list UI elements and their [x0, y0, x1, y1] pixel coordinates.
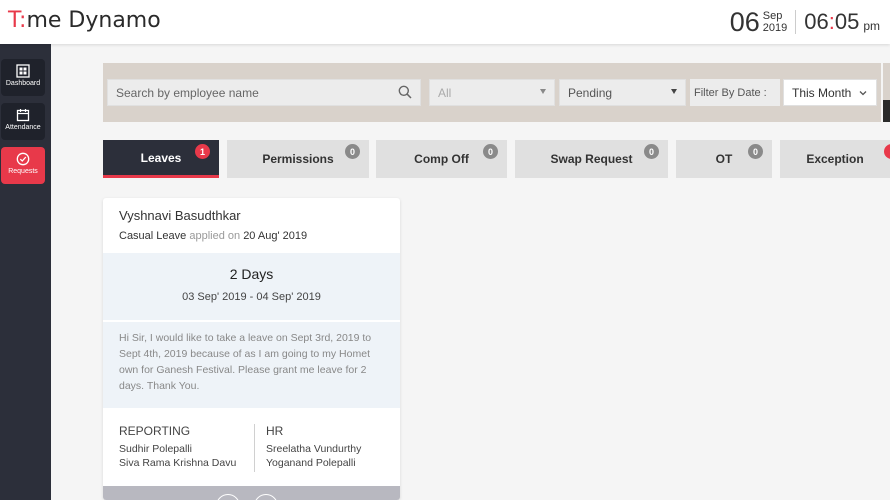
approvers-panel: REPORTING Sudhir Polepalli Siva Rama Kri…	[103, 412, 400, 486]
reporting-column: REPORTING Sudhir Polepalli Siva Rama Kri…	[119, 424, 236, 470]
leave-message-panel: Hi Sir, I would like to take a leave on …	[103, 322, 400, 408]
approve-button[interactable]	[254, 494, 278, 500]
logo-letter-t: T	[8, 8, 20, 33]
approvers-divider	[254, 424, 255, 472]
filter-bar-edge	[883, 63, 890, 122]
tab-ot[interactable]: OT 0	[676, 140, 772, 178]
caret-down-icon	[540, 89, 546, 94]
leave-request-card[interactable]: Vyshnavi Basudthkar Casual Leave applied…	[103, 198, 400, 500]
tab-count-badge: 1	[195, 144, 210, 159]
reporting-person: Sudhir Polepalli	[119, 443, 192, 455]
tab-exception[interactable]: Exception	[780, 140, 890, 178]
date-time-display: 06 Sep 2019 06:05 pm	[730, 4, 880, 40]
reject-button[interactable]	[216, 494, 240, 500]
tab-label: Leaves	[140, 150, 182, 165]
time-display: 06:05	[804, 9, 859, 35]
filter-bar-edge-button[interactable]	[883, 100, 890, 122]
sidebar-item-label: Attendance	[5, 124, 41, 131]
date-range-select-value: This Month	[792, 85, 852, 100]
tab-count-badge: 0	[644, 144, 659, 159]
time-ampm: pm	[863, 19, 880, 33]
tab-count-badge	[884, 144, 890, 159]
tab-label: Swap Request	[550, 152, 633, 166]
search-placeholder: Search by employee name	[116, 85, 259, 100]
date-time-divider	[795, 10, 797, 34]
reporting-title: REPORTING	[119, 424, 191, 438]
dashboard-icon	[16, 64, 30, 78]
reporting-person: Siva Rama Krishna Davu	[119, 457, 237, 469]
applied-date: 20 Aug' 2019	[243, 230, 308, 242]
calendar-icon	[16, 109, 30, 122]
status-select[interactable]: Pending	[559, 79, 686, 106]
leave-message: Hi Sir, I would like to take a leave on …	[119, 332, 372, 392]
date-range-select[interactable]: This Month	[783, 79, 877, 106]
category-select-value: All	[438, 85, 452, 100]
app-logo[interactable]: T:me Dynamo	[8, 8, 161, 33]
tab-count-badge: 0	[483, 144, 498, 159]
tab-label: Permissions	[262, 152, 334, 166]
applied-on-label: applied on	[189, 230, 241, 242]
date-year: 2019	[762, 22, 788, 34]
hr-person: Sreelatha Vundurthy	[266, 443, 362, 455]
leave-applied-info: Casual Leave applied on 20 Aug' 2019	[119, 230, 307, 242]
tab-leaves[interactable]: Leaves 1	[103, 140, 219, 178]
date-day: 06	[729, 6, 760, 37]
sidebar: Dashboard Attendance Requests	[0, 44, 51, 500]
chevron-down-icon	[859, 91, 867, 96]
sidebar-item-label: Dashboard	[5, 80, 41, 87]
tab-count-badge: 0	[345, 144, 360, 159]
tab-count-badge: 0	[748, 144, 763, 159]
time-hour: 06	[804, 9, 829, 34]
date-month: Sep	[762, 10, 783, 22]
hr-person: Yoganand Polepalli	[266, 457, 356, 469]
leave-duration-panel: 2 Days 03 Sep' 2019 - 04 Sep' 2019	[103, 253, 400, 320]
logo-text-me: me	[26, 8, 62, 33]
check-circle-icon	[16, 152, 30, 166]
tab-comp-off[interactable]: Comp Off 0	[376, 140, 507, 178]
tab-label: Exception	[806, 152, 864, 166]
logo-text-dynamo: Dynamo	[61, 8, 161, 33]
sidebar-item-label: Requests	[8, 168, 38, 175]
sidebar-item-dashboard[interactable]: Dashboard	[1, 59, 45, 96]
tab-swap-request[interactable]: Swap Request 0	[515, 140, 668, 178]
sidebar-item-attendance[interactable]: Attendance	[1, 103, 45, 140]
leave-days: 2 Days	[229, 266, 274, 282]
time-minute: 05	[834, 9, 860, 34]
leave-date-range: 03 Sep' 2019 - 04 Sep' 2019	[182, 291, 321, 303]
search-icon[interactable]	[398, 85, 412, 99]
leave-type: Casual Leave	[119, 230, 187, 242]
category-select[interactable]: All	[429, 79, 555, 106]
tab-label: Comp Off	[414, 152, 469, 166]
hr-title: HR	[266, 424, 284, 438]
date-month-year: Sep 2019	[763, 10, 787, 34]
search-input[interactable]: Search by employee name	[107, 79, 421, 106]
hr-column: HR Sreelatha Vundurthy Yoganand Polepall…	[266, 424, 361, 470]
employee-name: Vyshnavi Basudthkar	[119, 208, 241, 223]
filter-by-date-label: Filter By Date :	[690, 79, 780, 106]
card-action-bar	[103, 486, 400, 500]
tab-label: OT	[715, 152, 733, 166]
tab-permissions[interactable]: Permissions 0	[227, 140, 369, 178]
status-select-value: Pending	[568, 85, 613, 100]
app-header: T:me Dynamo 06 Sep 2019 06:05 pm	[0, 0, 890, 44]
caret-down-icon	[671, 89, 677, 94]
sidebar-item-requests[interactable]: Requests	[1, 147, 45, 184]
